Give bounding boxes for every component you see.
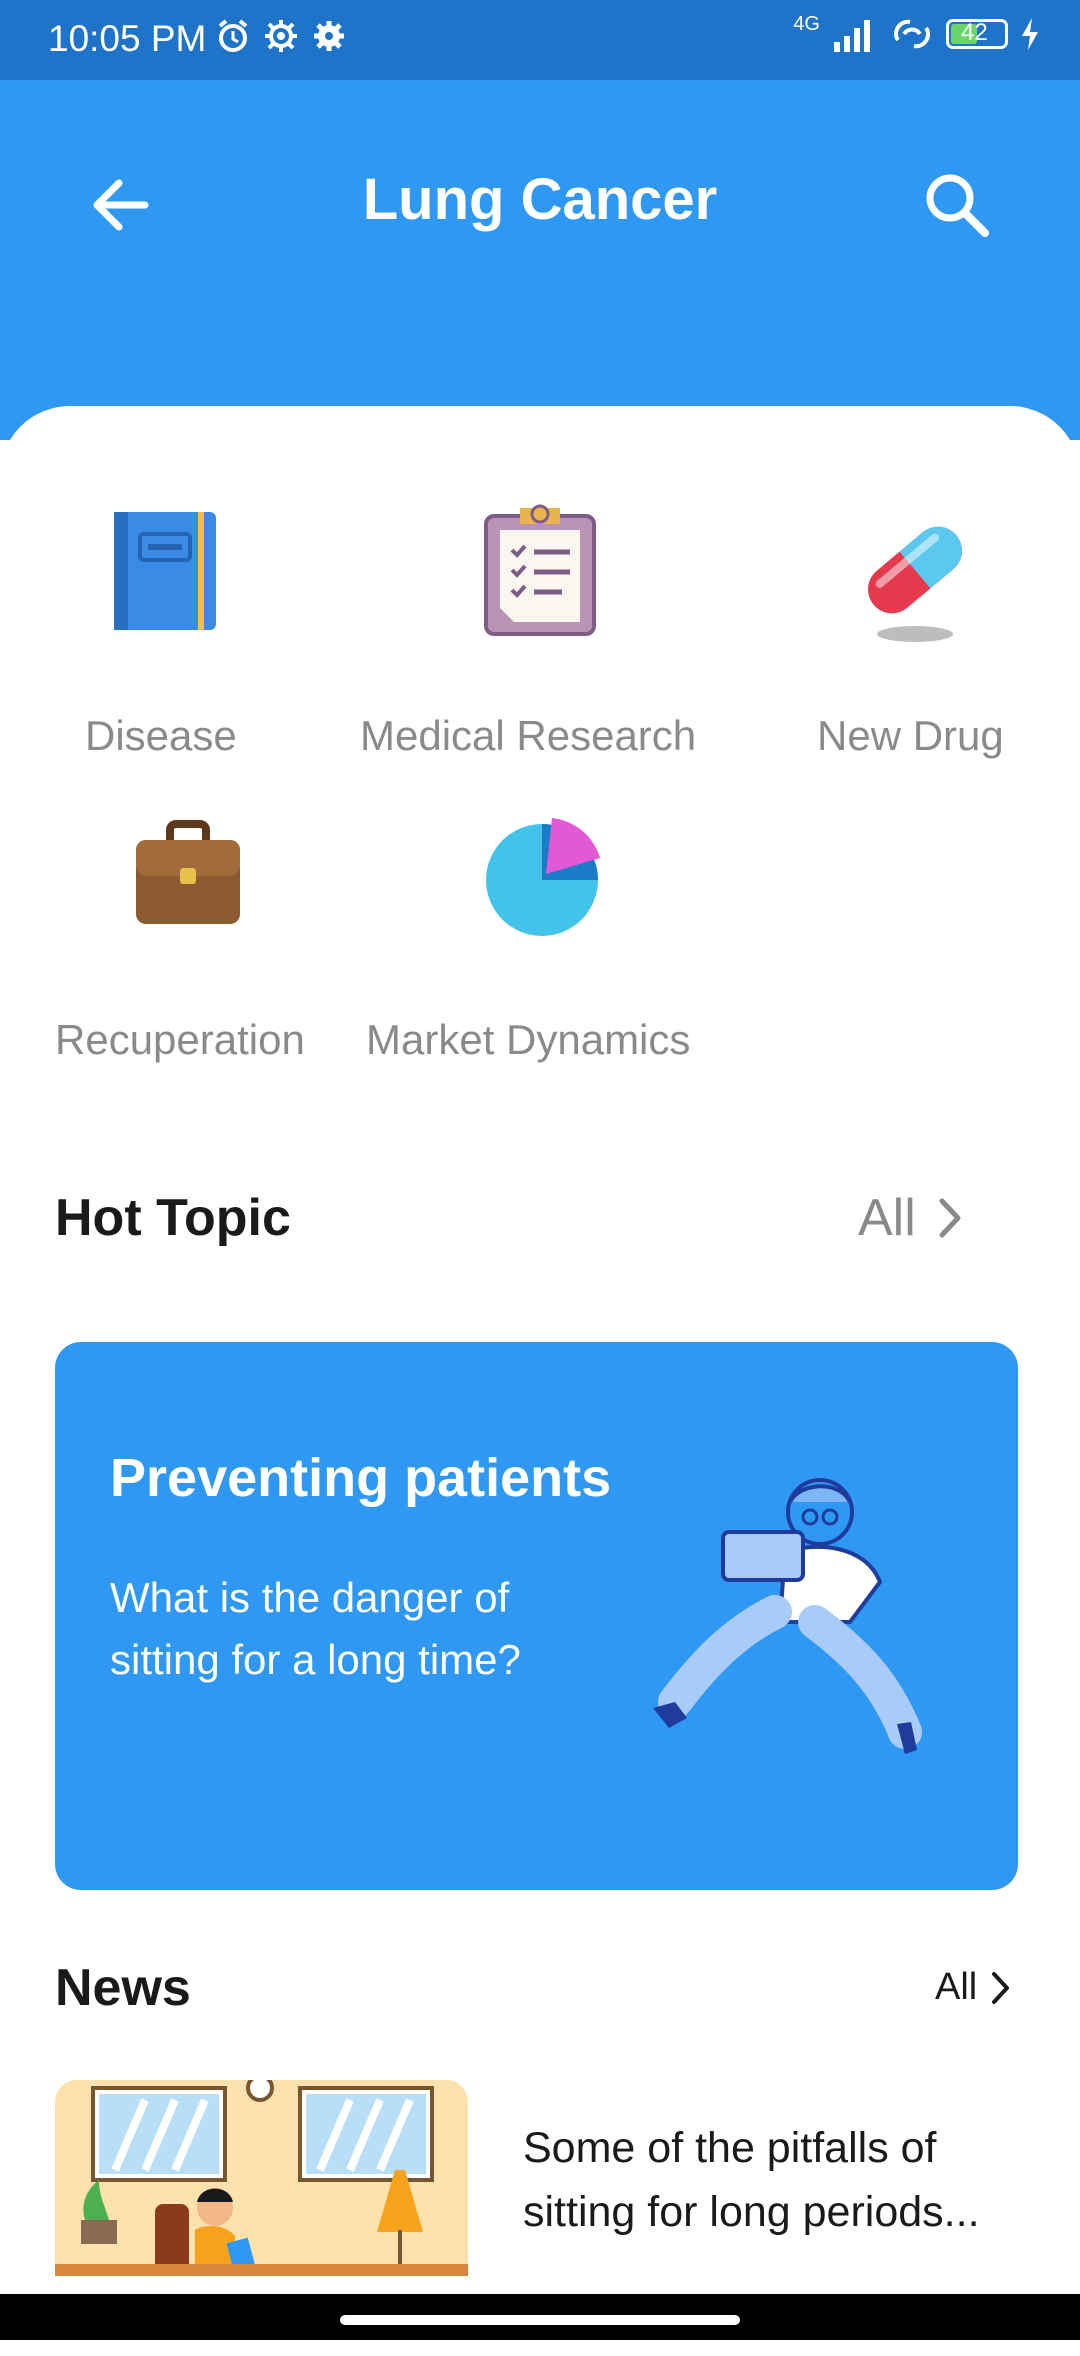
- category-label: Recuperation: [55, 1016, 305, 1063]
- book-icon: [114, 512, 216, 630]
- home-indicator[interactable]: [340, 2315, 740, 2325]
- settings-icon: [314, 21, 344, 51]
- news-title: News: [55, 1959, 191, 2017]
- category-label: Medical Research: [360, 712, 697, 759]
- category-label: Market Dynamics: [366, 1016, 691, 1063]
- hot-topic-title: Hot Topic: [55, 1189, 291, 1247]
- hot-card-title: Preventing patients: [110, 1448, 612, 1508]
- chevron-right-icon: [992, 1971, 1010, 2004]
- gear-outline-icon: [265, 20, 297, 52]
- pie-chart-icon: [486, 818, 600, 936]
- status-icons-right: 4G 42: [793, 12, 1040, 54]
- status-time: 10:05 PM: [48, 18, 207, 59]
- category-label: New Drug: [817, 712, 1004, 759]
- hot-topic-card[interactable]: Preventing patients What is the danger o…: [55, 1342, 1018, 1890]
- all-label: All: [935, 1966, 978, 2008]
- news-thumbnail: [55, 2080, 468, 2276]
- header: Lung Cancer: [0, 80, 1080, 440]
- news-all-link[interactable]: All: [935, 1966, 1015, 2009]
- signal-icon: [834, 20, 870, 52]
- status-bar: 10:05 PM 4G 42: [0, 0, 1080, 80]
- hot-card-description: What is the danger of sitting for a long…: [110, 1574, 521, 1683]
- link-icon: [893, 19, 931, 49]
- all-label: All: [858, 1189, 916, 1247]
- category-label: Disease: [85, 712, 237, 759]
- charging-icon: [1022, 18, 1038, 50]
- battery-icon: 42: [946, 19, 1008, 49]
- reading-person-illustration: [55, 2080, 468, 2276]
- hot-topic-all-link[interactable]: All: [858, 1188, 970, 1248]
- clipboard-icon: [484, 504, 596, 636]
- search-icon[interactable]: [920, 168, 992, 240]
- page-title: Lung Cancer: [362, 167, 718, 232]
- battery-level: 42: [961, 19, 988, 46]
- chevron-right-icon: [939, 1198, 961, 1238]
- news-item-text: Some of the pitfalls of sitting for long…: [523, 2124, 980, 2236]
- briefcase-icon: [136, 820, 240, 924]
- person-laptop-illustration: [653, 1478, 922, 1754]
- alarm-icon: [218, 19, 248, 52]
- network-type: 4G: [793, 12, 820, 35]
- status-icons-left: [215, 18, 347, 54]
- pill-icon: [868, 526, 962, 642]
